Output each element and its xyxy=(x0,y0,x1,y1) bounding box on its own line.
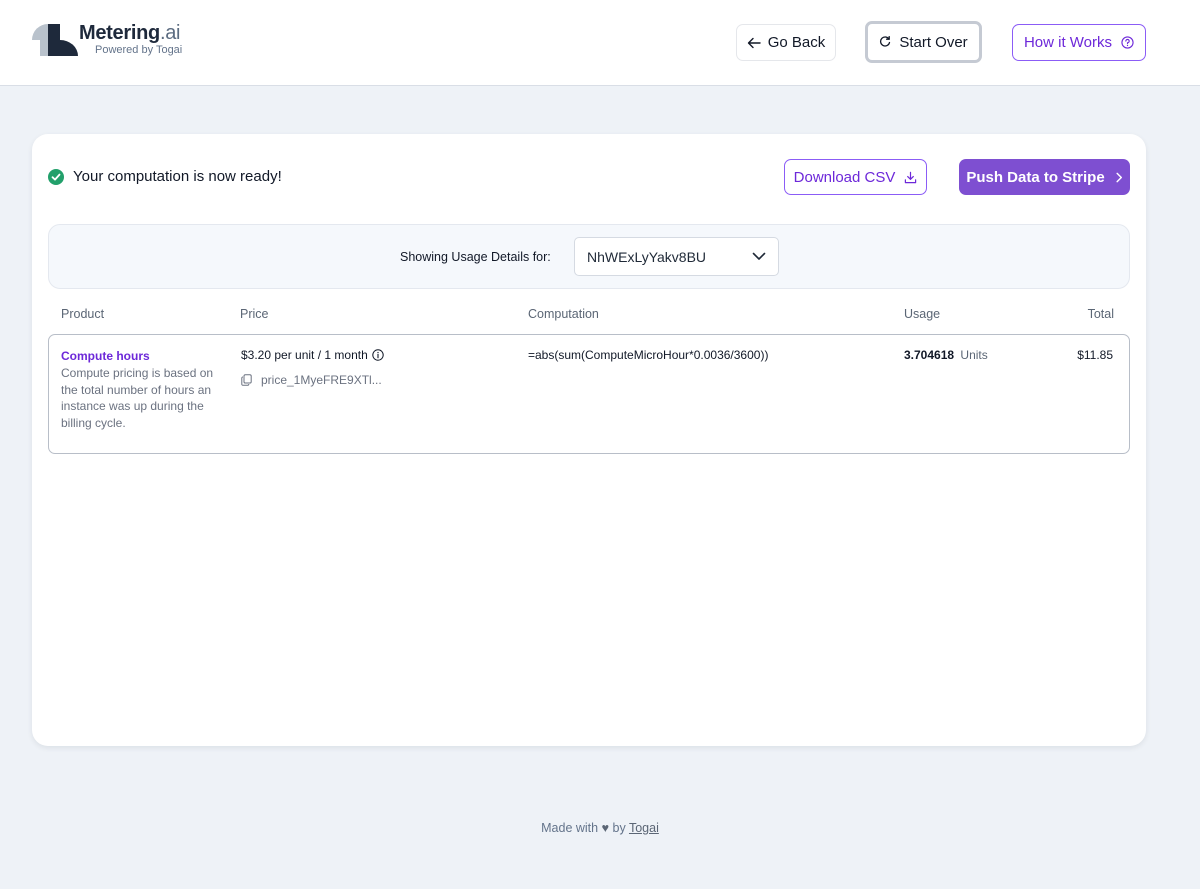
price-cell: $3.20 per unit / 1 month xyxy=(241,348,384,362)
customer-select[interactable]: NhWExLyYakv8BU xyxy=(574,237,779,276)
price-id: price_1MyeFRE9XTl... xyxy=(261,373,382,387)
how-it-works-label: How it Works xyxy=(1023,34,1113,51)
go-back-button[interactable]: Go Back xyxy=(736,24,836,61)
brand-logo[interactable]: Metering.ai Powered by Togai xyxy=(32,22,202,62)
column-header-price: Price xyxy=(240,307,269,321)
download-csv-label: Download CSV xyxy=(793,168,896,186)
push-to-stripe-label: Push Data to Stripe xyxy=(966,168,1105,186)
footer-by: by xyxy=(612,821,626,835)
start-over-label: Start Over xyxy=(899,33,968,51)
logo-mark-icon xyxy=(32,24,78,56)
top-bar: Metering.ai Powered by Togai Go Back Sta… xyxy=(0,0,1200,86)
help-circle-icon xyxy=(1121,36,1134,49)
customer-select-value: NhWExLyYakv8BU xyxy=(587,248,707,265)
chevron-down-icon xyxy=(752,252,766,260)
chevron-right-icon xyxy=(1116,172,1122,182)
usage-value: 3.704618 xyxy=(904,348,955,362)
column-header-product: Product xyxy=(61,307,105,321)
product-description: Compute pricing is based on the total nu… xyxy=(61,366,214,430)
go-back-label: Go Back xyxy=(767,34,826,51)
togai-link[interactable]: Togai xyxy=(629,821,659,835)
column-header-usage: Usage xyxy=(904,307,941,321)
computation-formula: =abs(sum(ComputeMicroHour*0.0036/3600)) xyxy=(528,348,769,362)
copy-icon[interactable] xyxy=(241,374,252,386)
footer-prefix: Made with xyxy=(541,821,599,835)
usage-unit: Units xyxy=(960,348,988,362)
info-icon[interactable] xyxy=(372,349,384,361)
usage-filter-bar: Showing Usage Details for: NhWExLyYakv8B… xyxy=(48,224,1130,289)
total-value: $11.85 xyxy=(1077,348,1113,362)
product-name: Compute hours xyxy=(61,349,150,363)
status-message: Your computation is now ready! xyxy=(48,168,282,185)
brand-tagline: Powered by Togai xyxy=(95,44,183,56)
footer: Made with ♥ by Togai xyxy=(0,821,1200,835)
price-text: $3.20 per unit / 1 month xyxy=(241,348,368,362)
column-header-total: Total xyxy=(1087,307,1114,321)
status-text: Your computation is now ready! xyxy=(73,168,282,185)
download-csv-button[interactable]: Download CSV xyxy=(784,159,927,195)
table-row: Compute hours Compute pricing is based o… xyxy=(48,334,1130,454)
usage-cell: 3.704618 Units xyxy=(904,348,988,362)
arrow-left-icon xyxy=(747,37,761,48)
results-card: Your computation is now ready! Download … xyxy=(32,134,1146,746)
price-id-cell: price_1MyeFRE9XTl... xyxy=(241,373,382,387)
refresh-icon xyxy=(880,36,891,47)
filter-label: Showing Usage Details for: xyxy=(400,250,551,264)
start-over-button[interactable]: Start Over xyxy=(865,21,982,63)
check-circle-icon xyxy=(48,168,64,185)
download-icon xyxy=(905,171,917,183)
push-to-stripe-button[interactable]: Push Data to Stripe xyxy=(959,159,1130,195)
brand-name: Metering.ai xyxy=(79,22,181,44)
column-header-computation: Computation xyxy=(528,307,599,321)
heart-icon: ♥ xyxy=(601,821,610,835)
how-it-works-button[interactable]: How it Works xyxy=(1012,24,1146,61)
